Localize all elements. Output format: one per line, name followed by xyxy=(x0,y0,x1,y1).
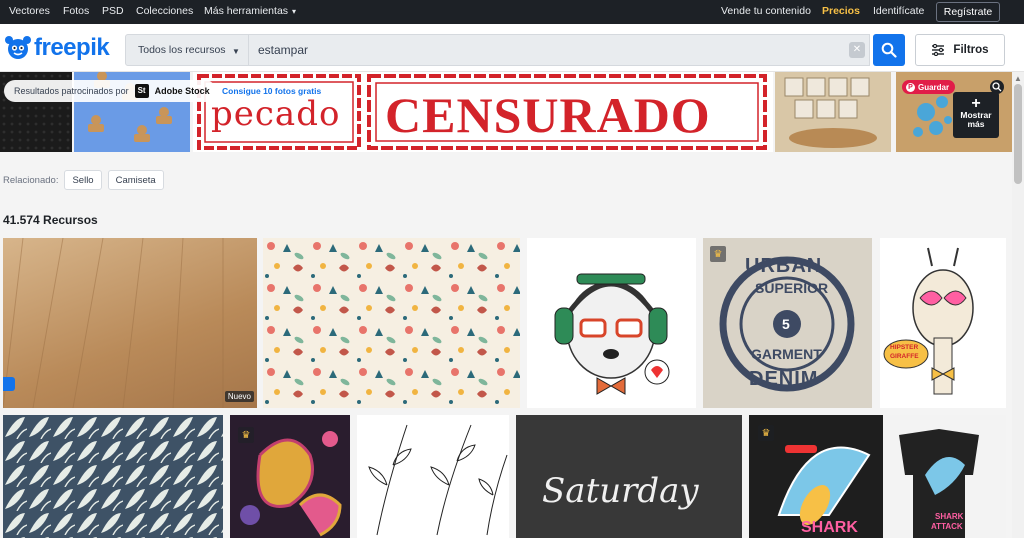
scrollbar-thumb[interactable] xyxy=(1014,84,1022,184)
clear-search-icon[interactable]: ✕ xyxy=(849,42,865,58)
related-tag-camiseta[interactable]: Camiseta xyxy=(107,170,164,190)
search-button[interactable] xyxy=(873,34,905,66)
filters-label: Filtros xyxy=(953,44,989,56)
nav-link-colecciones[interactable]: Colecciones xyxy=(136,5,193,17)
result-image-panda-headphones[interactable] xyxy=(527,238,696,408)
premium-crown-icon: ♛ xyxy=(710,246,726,262)
stamp-left-text: pecado xyxy=(211,94,341,134)
nav-link-mas-herramientas[interactable]: Más herramientas ▾ xyxy=(204,5,296,17)
search-divider xyxy=(248,35,249,65)
collection-icon[interactable] xyxy=(3,377,15,391)
search-input[interactable]: estampar xyxy=(258,43,308,57)
nav-link-fotos[interactable]: Fotos xyxy=(63,5,89,17)
result-image-shark-attack[interactable]: ♛ SHARK SHARK ATTACK xyxy=(749,415,1006,538)
mas-herramientas-label: Más herramientas xyxy=(204,5,289,17)
top-navigation-bar: Vectores Fotos PSD Colecciones Más herra… xyxy=(0,0,1024,24)
search-bar: Todos los recursos ▼ estampar ✕ xyxy=(125,34,870,66)
adobe-stock-icon: St xyxy=(134,84,149,98)
register-button[interactable]: Regístrate xyxy=(936,2,1000,22)
chevron-down-icon: ▾ xyxy=(292,7,297,16)
sponsored-text: Resultados patrocinados por xyxy=(14,86,129,96)
giraffe-text: GIRAFFE xyxy=(890,353,919,360)
resource-type-value: Todos los recursos xyxy=(138,44,226,56)
header: freepik Todos los recursos ▼ estampar ✕ … xyxy=(0,24,1024,72)
sell-content-link[interactable]: Vende tu contenido xyxy=(721,5,811,17)
result-image-floral-pattern[interactable] xyxy=(263,238,520,408)
show-more-button[interactable]: + Mostrar más xyxy=(953,92,999,138)
search-icon xyxy=(881,42,897,58)
nav-link-vectores[interactable]: Vectores xyxy=(9,5,50,17)
login-link[interactable]: Identifícate xyxy=(873,5,924,17)
urban-text: URBAN xyxy=(745,255,823,277)
pricing-link[interactable]: Precios xyxy=(822,5,860,17)
result-image-leaf-pattern[interactable] xyxy=(3,415,223,538)
superior-text: SUPERIOR xyxy=(755,280,829,296)
garment-text: GARMENT xyxy=(751,346,822,362)
logo-text: freepik xyxy=(34,34,110,61)
save-pinterest-button[interactable]: P Guardar xyxy=(902,80,956,94)
shark-text: SHARK xyxy=(801,519,858,536)
plus-icon: + xyxy=(971,95,981,112)
premium-crown-icon: ♛ xyxy=(758,425,774,441)
sliders-icon xyxy=(932,44,945,56)
result-image-wood-floor[interactable]: Nuevo xyxy=(3,238,257,408)
shirt-shark-text: SHARK xyxy=(935,512,964,521)
related-tag-sello[interactable]: Sello xyxy=(64,170,102,190)
filters-button[interactable]: Filtros xyxy=(915,34,1005,66)
adobe-stock-label: Adobe Stock xyxy=(154,86,210,96)
premium-crown-icon: ♛ xyxy=(238,427,254,443)
number-five-text: 5 xyxy=(782,316,790,332)
saturday-text: Saturday xyxy=(542,471,699,511)
sponsored-label: Resultados patrocinados por St Adobe Sto… xyxy=(4,80,216,102)
result-image-line-leaves[interactable] xyxy=(357,415,509,538)
result-image-paisley[interactable]: ♛ xyxy=(230,415,350,538)
result-image-hipster-giraffe[interactable]: HIPSTER GIRAFFE xyxy=(880,238,1006,408)
result-image-saturday[interactable]: Saturday xyxy=(516,415,742,538)
sponsored-image-letter-blocks[interactable] xyxy=(775,72,891,152)
result-image-urban-denim[interactable]: ♛ URBAN SUPERIOR 5 GARMENT DENIM xyxy=(703,238,872,408)
freepik-logo[interactable]: freepik xyxy=(4,34,110,62)
save-label: Guardar xyxy=(918,82,950,92)
sponsored-image-censurado-stamp[interactable]: pecado CENSURADO xyxy=(193,72,773,152)
pinterest-icon: P xyxy=(906,82,915,92)
related-label: Relacionado: xyxy=(3,174,59,186)
scroll-up-icon[interactable]: ▲ xyxy=(1014,74,1022,83)
hipster-text: HIPSTER xyxy=(890,344,919,351)
nav-link-psd[interactable]: PSD xyxy=(102,5,124,17)
page-scrollbar[interactable]: ▲ xyxy=(1012,72,1024,538)
resource-type-select[interactable]: Todos los recursos ▼ xyxy=(138,44,240,56)
caret-down-icon: ▼ xyxy=(232,47,240,56)
show-more-label: Mostrar más xyxy=(960,110,992,129)
free-photos-link[interactable]: Consigue 10 fotos gratis xyxy=(222,86,321,96)
freepik-mascot-icon xyxy=(4,34,32,62)
stamp-main-text: CENSURADO xyxy=(385,87,711,143)
denim-text: DENIM xyxy=(749,368,819,390)
shirt-attack-text: ATTACK xyxy=(931,522,963,531)
new-badge: Nuevo xyxy=(224,391,254,402)
results-count: 41.574 Recursos xyxy=(3,213,98,227)
related-tags: Relacionado: Sello Camiseta xyxy=(3,170,164,190)
